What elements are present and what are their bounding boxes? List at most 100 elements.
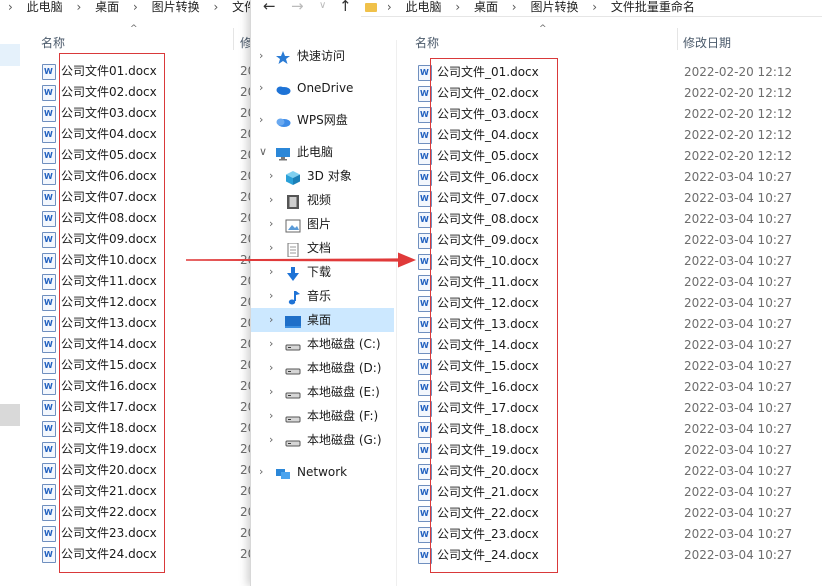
arrow-right-icon: [186, 252, 416, 268]
nav-item-label: 本地磁盘 (D:): [307, 361, 382, 375]
word-file-icon: [42, 379, 56, 395]
word-file-icon: [42, 169, 56, 185]
nav-item[interactable]: › 视频: [251, 188, 394, 212]
nav-item[interactable]: › 快速访问: [251, 44, 394, 68]
file-date: 2022-03-04 10:27: [684, 296, 793, 310]
column-header-date[interactable]: 修改日期: [683, 34, 731, 51]
picture-icon: [285, 217, 301, 233]
desktop-icon: [285, 313, 301, 328]
star-icon: [275, 49, 291, 64]
nav-item[interactable]: › 图片: [251, 212, 394, 236]
word-file-icon: [42, 337, 56, 353]
chevron-right-icon[interactable]: ›: [269, 284, 273, 308]
column-header-name[interactable]: 名称: [41, 34, 65, 51]
word-file-icon: [42, 526, 56, 542]
nav-item[interactable]: › 3D 对象: [251, 164, 394, 188]
chevron-right-icon[interactable]: ›: [269, 188, 273, 212]
chevron-right-icon[interactable]: ›: [269, 212, 273, 236]
nav-item[interactable]: › 本地磁盘 (G:): [251, 428, 394, 452]
left-nav-edge: [0, 44, 20, 66]
left-breadcrumb[interactable]: › 此电脑 › 桌面 › 图片转换 › 文件: [8, 0, 255, 14]
file-date: 2022-03-04 10:27: [684, 317, 793, 331]
left-explorer-window: › 此电脑 › 桌面 › 图片转换 › 文件 ^ 名称 修 公司文件01.doc…: [0, 0, 255, 586]
word-file-icon: [42, 211, 56, 227]
breadcrumb-item[interactable]: 图片转换: [152, 0, 200, 14]
nav-item[interactable]: › 本地磁盘 (E:): [251, 380, 394, 404]
word-file-icon: [42, 85, 56, 101]
word-file-icon: [42, 253, 56, 269]
forward-button[interactable]: →: [291, 0, 304, 15]
breadcrumb-item[interactable]: 此电脑: [405, 0, 441, 14]
word-file-icon: [42, 190, 56, 206]
chevron-right-icon[interactable]: ›: [269, 308, 273, 332]
chevron-right-icon: ›: [132, 0, 138, 14]
word-file-icon: [42, 295, 56, 311]
file-date: 2022-02-20 12:12: [684, 65, 793, 79]
right-breadcrumb[interactable]: › 此电脑 › 桌面 › 图片转换 › 文件批量重命名: [365, 0, 822, 14]
breadcrumb-item[interactable]: 桌面: [474, 0, 498, 14]
wps-cloud-icon: [275, 113, 291, 127]
computer-icon: [275, 145, 291, 161]
chevron-right-icon: ›: [76, 0, 82, 14]
nav-item[interactable]: › 音乐: [251, 284, 394, 308]
file-date: 2022-03-04 10:27: [684, 170, 793, 184]
drive-icon: [285, 409, 301, 423]
cloud-icon: [275, 81, 291, 95]
breadcrumb-item[interactable]: 图片转换: [530, 0, 578, 14]
breadcrumb-item[interactable]: 文件批量重命名: [611, 0, 695, 14]
back-button[interactable]: ←: [263, 0, 276, 15]
nav-item[interactable]: › 桌面: [251, 308, 394, 332]
file-date: 2022-02-20 12:12: [684, 149, 793, 163]
chevron-right-icon: ›: [213, 0, 219, 14]
nav-item[interactable]: › Network: [251, 460, 394, 484]
breadcrumb-item[interactable]: 桌面: [95, 0, 119, 14]
nav-item-label: 本地磁盘 (E:): [307, 385, 380, 399]
chevron-right-icon: ›: [8, 0, 13, 14]
chevron-right-icon[interactable]: ›: [259, 460, 263, 484]
chevron-right-icon[interactable]: ›: [269, 332, 273, 356]
file-date: 2022-03-04 10:27: [684, 212, 793, 226]
file-date: 2022-03-04 10:27: [684, 233, 793, 247]
up-button[interactable]: ↑: [339, 0, 352, 15]
chevron-right-icon[interactable]: ›: [269, 356, 273, 380]
word-file-icon: [42, 442, 56, 458]
column-divider: [677, 28, 678, 50]
network-icon: [275, 465, 291, 479]
file-date: 2022-03-04 10:27: [684, 527, 793, 541]
file-date: 2022-02-20 12:12: [684, 86, 793, 100]
file-date: 2022-03-04 10:27: [684, 422, 793, 436]
column-divider: [233, 28, 234, 50]
nav-item-label: 视频: [307, 193, 332, 207]
chevron-right-icon[interactable]: ›: [269, 164, 273, 188]
file-date: 2022-03-04 10:27: [684, 380, 793, 394]
file-date: 2022-03-04 10:27: [684, 338, 793, 352]
sort-ascending-icon: ^: [130, 24, 138, 34]
film-icon: [285, 193, 301, 209]
file-date: 2022-03-04 10:27: [684, 464, 793, 478]
nav-item[interactable]: › OneDrive: [251, 76, 394, 100]
column-header-name[interactable]: 名称: [415, 34, 439, 51]
nav-item-label: Network: [297, 465, 348, 479]
chevron-right-icon[interactable]: ›: [269, 404, 273, 428]
file-date: 2022-03-04 10:27: [684, 191, 793, 205]
nav-item[interactable]: › 本地磁盘 (D:): [251, 356, 394, 380]
word-file-icon: [42, 547, 56, 563]
nav-item-label: 桌面: [307, 313, 332, 327]
nav-item[interactable]: ∨ 此电脑: [251, 140, 394, 164]
word-file-icon: [42, 358, 56, 374]
nav-item[interactable]: › 本地磁盘 (C:): [251, 332, 394, 356]
nav-item-label: 快速访问: [297, 49, 346, 63]
chevron-right-icon[interactable]: ›: [269, 428, 273, 452]
chevron-right-icon[interactable]: ›: [259, 44, 263, 68]
file-date: 2022-03-04 10:27: [684, 443, 793, 457]
nav-item[interactable]: › WPS网盘: [251, 108, 394, 132]
word-file-icon: [42, 316, 56, 332]
breadcrumb-item[interactable]: 此电脑: [27, 0, 63, 14]
chevron-right-icon[interactable]: ›: [259, 108, 263, 132]
nav-item[interactable]: › 本地磁盘 (F:): [251, 404, 394, 428]
chevron-right-icon[interactable]: ›: [259, 76, 263, 100]
recent-dropdown-button[interactable]: ∨: [319, 0, 326, 11]
chevron-right-icon[interactable]: ›: [269, 380, 273, 404]
chevron-down-icon[interactable]: ∨: [259, 140, 267, 164]
right-explorer-window: ← → ∨ ↑ › 此电脑 › 桌面 › 图片转换 › 文件批量重命名 › 快速访…: [250, 0, 822, 586]
